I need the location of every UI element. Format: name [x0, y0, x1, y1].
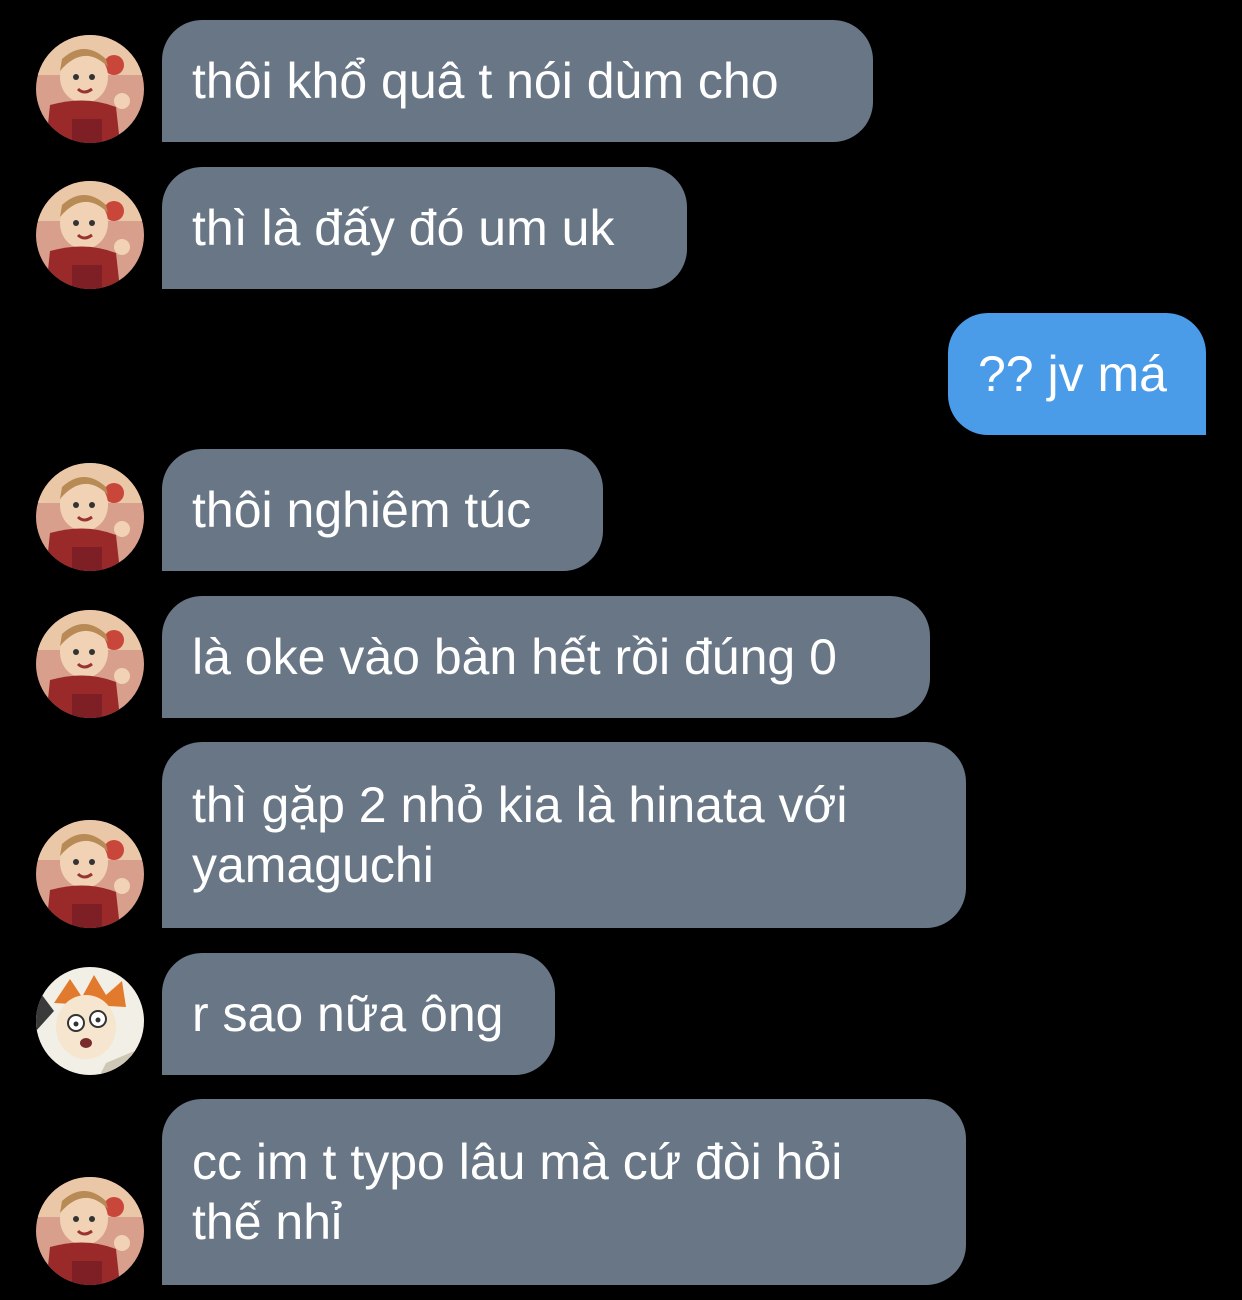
message-text: thì gặp 2 nhỏ kia là hinata với yamaguch…	[192, 777, 848, 893]
scarf-avatar-icon[interactable]	[36, 463, 144, 571]
message-bubble[interactable]: thì là đấy đó um uk	[162, 167, 687, 289]
message-text: r sao nữa ông	[192, 986, 504, 1042]
message-text: ?? jv má	[978, 346, 1167, 402]
message-text: thôi khổ quâ t nói dùm cho	[192, 53, 779, 109]
scarf-avatar-icon[interactable]	[36, 1177, 144, 1285]
message-bubble[interactable]: cc im t typo lâu mà cứ đòi hỏi thế nhỉ	[162, 1099, 966, 1285]
scarf-avatar-icon[interactable]	[36, 35, 144, 143]
message-bubble[interactable]: thôi nghiêm túc	[162, 449, 603, 571]
message-bubble-outgoing[interactable]: ?? jv má	[948, 313, 1206, 435]
message-bubble[interactable]: thôi khổ quâ t nói dùm cho	[162, 20, 873, 142]
message-bubble[interactable]: r sao nữa ông	[162, 953, 555, 1075]
orange-hair-avatar-icon[interactable]	[36, 967, 144, 1075]
message-text: thì là đấy đó um uk	[192, 200, 615, 256]
message-text: thôi nghiêm túc	[192, 482, 532, 538]
scarf-avatar-icon[interactable]	[36, 610, 144, 718]
scarf-avatar-icon[interactable]	[36, 181, 144, 289]
message-bubble[interactable]: thì gặp 2 nhỏ kia là hinata với yamaguch…	[162, 742, 966, 928]
scarf-avatar-icon[interactable]	[36, 820, 144, 928]
message-text: là oke vào bàn hết rồi đúng 0	[192, 629, 837, 685]
message-text: cc im t typo lâu mà cứ đòi hỏi thế nhỉ	[192, 1134, 843, 1250]
message-bubble[interactable]: là oke vào bàn hết rồi đúng 0	[162, 596, 930, 718]
